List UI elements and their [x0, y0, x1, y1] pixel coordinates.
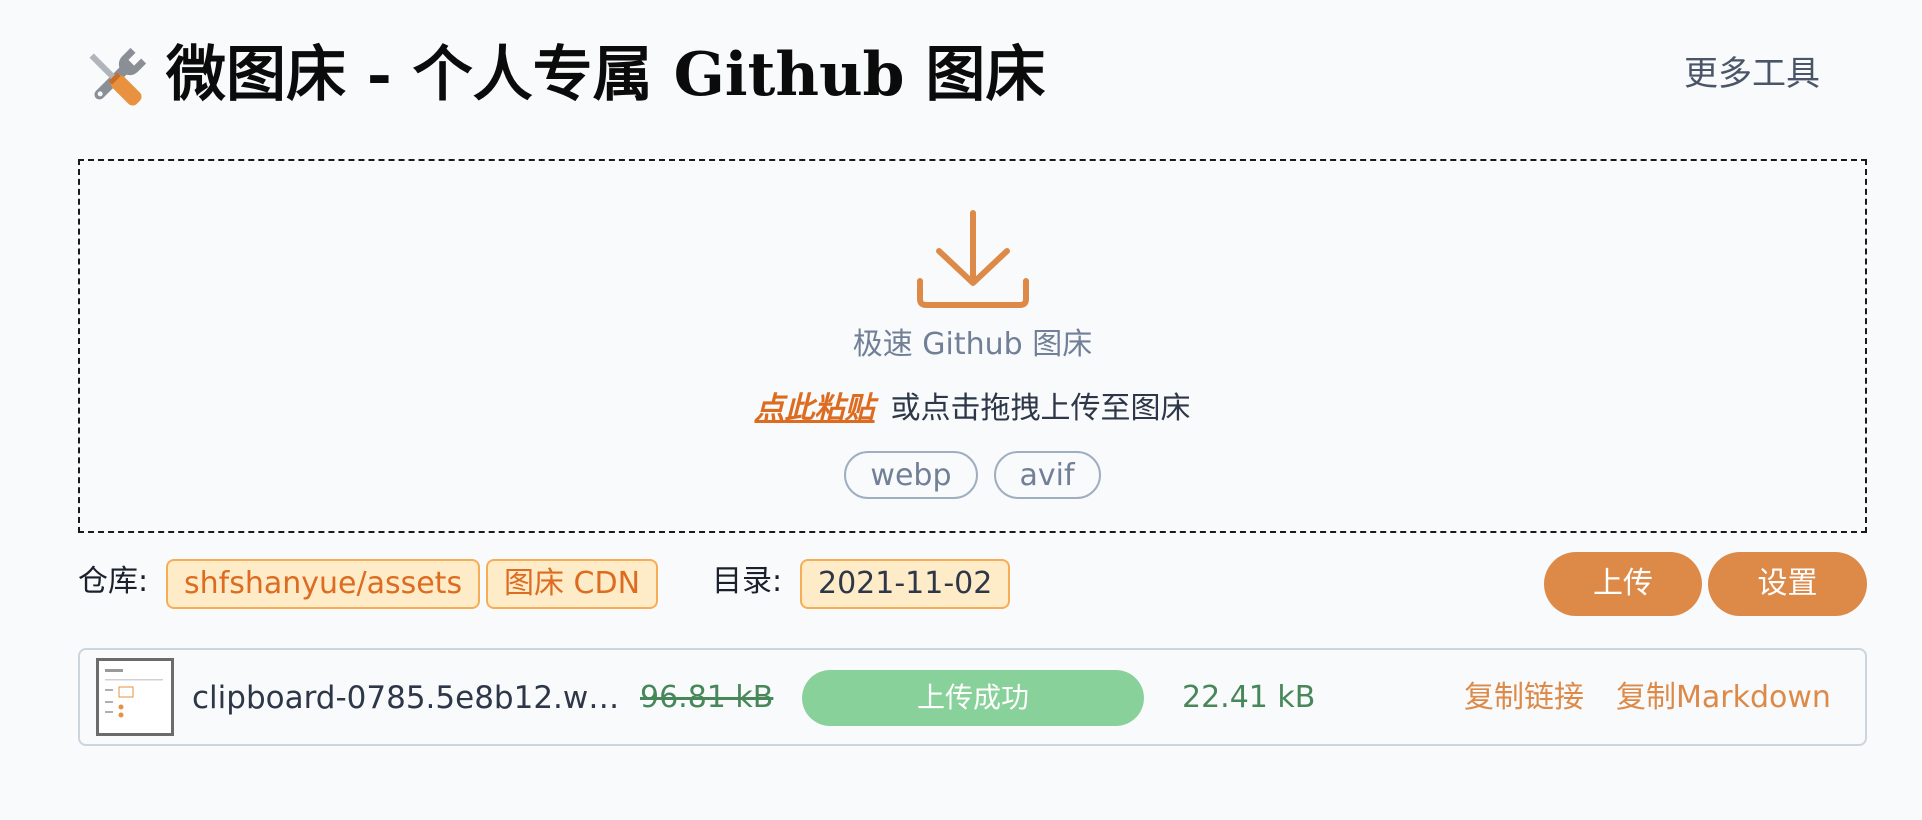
upload-dropzone[interactable]: 极速 Github 图床 点此粘贴 或点击拖拽上传至图床 webp avif [78, 159, 1867, 533]
compressed-size: 22.41 kB [1182, 680, 1316, 715]
tools-icon [89, 47, 147, 106]
format-options: webp avif [80, 451, 1865, 499]
file-list-item: clipboard-0785.5e8b12.we... 96.81 kB 上传成… [78, 648, 1867, 746]
upload-progress-bar: 上传成功 [802, 670, 1144, 726]
upload-status: 上传成功 [916, 681, 1029, 714]
copy-markdown-button[interactable]: 复制Markdown [1616, 678, 1831, 718]
original-size: 96.81 kB [640, 680, 774, 715]
upload-button[interactable]: 上传 [1544, 552, 1702, 616]
dropzone-title: 极速 Github 图床 [852, 327, 1093, 362]
repo-settings-row: 仓库: shfshanyue/assets 图床 CDN 目录: 2021-11… [78, 552, 1867, 616]
repo-chip[interactable]: shfshanyue/assets [166, 559, 481, 609]
page-header: 微图床 - 个人专属 Github 图床 更多工具 [78, 38, 1820, 118]
directory-label: 目录: [712, 564, 783, 599]
page-title: 微图床 - 个人专属 Github 图床 [166, 40, 1046, 110]
file-name: clipboard-0785.5e8b12.we... [192, 680, 622, 716]
dropzone-hint: 或点击拖拽上传至图床 [890, 391, 1191, 426]
cdn-chip[interactable]: 图床 CDN [486, 559, 659, 609]
format-tag-webp[interactable]: webp [844, 451, 978, 499]
directory-chip[interactable]: 2021-11-02 [800, 559, 1011, 609]
dropzone-hint-line: 点此粘贴 或点击拖拽上传至图床 [80, 391, 1865, 427]
paste-link[interactable]: 点此粘贴 [755, 391, 875, 426]
format-tag-avif[interactable]: avif [993, 451, 1101, 499]
download-icon [917, 210, 1029, 308]
copy-link-button[interactable]: 复制链接 [1464, 678, 1584, 718]
repo-label: 仓库: [78, 564, 149, 599]
file-thumbnail [96, 658, 174, 736]
more-tools-link[interactable]: 更多工具 [1684, 54, 1820, 94]
settings-button[interactable]: 设置 [1708, 552, 1867, 616]
